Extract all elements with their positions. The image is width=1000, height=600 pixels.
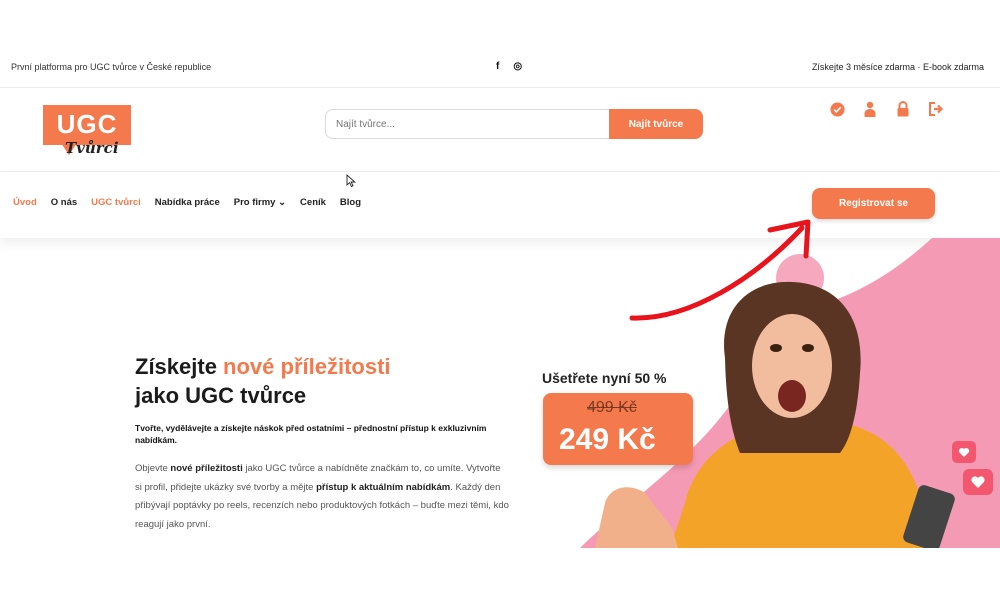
person-mouth <box>778 380 806 412</box>
promo-link[interactable]: Získejte 3 měsíce zdarma · E-book zdarma <box>812 62 984 72</box>
search-button[interactable]: Najít tvůrce <box>609 109 703 139</box>
nav-item-pro-firmy[interactable]: Pro firmy ⌄ <box>234 197 286 208</box>
main-nav: Úvod O nás UGC tvůrci Nabídka práce Pro … <box>0 172 1000 238</box>
header: UGC Tvůrci Najít tvůrce <box>0 88 1000 172</box>
savings-label: Ušetřete nyní 50 % <box>542 370 667 386</box>
hero-body-text-1: Objevte <box>135 463 171 474</box>
header-icons <box>829 101 944 117</box>
price-box: 499 Kč 249 Kč <box>543 393 693 465</box>
new-price: 249 Kč <box>559 423 656 456</box>
hero-body-bold-1: nové příležitosti <box>170 463 243 474</box>
hero-body-bold-2: přístup k aktuálním nabídkám <box>316 481 451 493</box>
nav-item-o-nas[interactable]: O nás <box>51 197 77 208</box>
nav-item-cenik[interactable]: Ceník <box>300 197 326 208</box>
heart-bubble-1 <box>952 441 976 463</box>
register-button[interactable]: Registrovat se <box>812 188 935 219</box>
person-eye-left <box>770 344 782 352</box>
heart-bubble-2 <box>963 469 993 495</box>
lock-icon[interactable] <box>895 101 911 117</box>
check-circle-icon[interactable] <box>829 101 845 117</box>
old-price: 499 Kč <box>587 399 637 416</box>
person-eye-right <box>802 344 814 352</box>
mouse-cursor-icon <box>346 174 356 187</box>
nav-items: Úvod O nás UGC tvůrci Nabídka práce Pro … <box>13 197 361 208</box>
nav-item-nabidka-prace[interactable]: Nabídka práce <box>155 197 220 208</box>
search-bar: Najít tvůrce <box>325 109 703 139</box>
social-links: f ◎ <box>496 61 522 72</box>
hero-title-part1: Získejte <box>135 354 224 379</box>
logout-icon[interactable] <box>928 101 944 117</box>
hero-body: Objevte nové příležitosti jako UGC tvůrc… <box>135 460 510 534</box>
top-bar: První platforma pro UGC tvůrce v České r… <box>0 50 1000 88</box>
hero-title: Získejte nové příležitosti jako UGC tvůr… <box>135 352 391 410</box>
nav-item-ugc-tvurci[interactable]: UGC tvůrci <box>91 197 141 208</box>
search-input[interactable] <box>325 109 615 139</box>
hero-title-line2: jako UGC tvůrce <box>135 383 307 408</box>
instagram-icon[interactable]: ◎ <box>513 61 522 72</box>
logo-text: UGC <box>56 109 118 139</box>
facebook-icon[interactable]: f <box>496 61 499 72</box>
red-arrow-annotation <box>629 219 811 321</box>
user-icon[interactable] <box>862 101 878 117</box>
tagline: První platforma pro UGC tvůrce v České r… <box>11 62 212 72</box>
hero-subtitle: Tvořte, vydělávejte a získejte náskok př… <box>135 423 487 445</box>
nav-item-uvod[interactable]: Úvod <box>13 197 37 208</box>
logo[interactable]: UGC Tvůrci <box>43 105 131 157</box>
hero-title-accent: nové příležitosti <box>223 354 391 379</box>
logo-subtext: Tvůrci <box>65 139 119 157</box>
nav-item-blog[interactable]: Blog <box>340 197 361 208</box>
